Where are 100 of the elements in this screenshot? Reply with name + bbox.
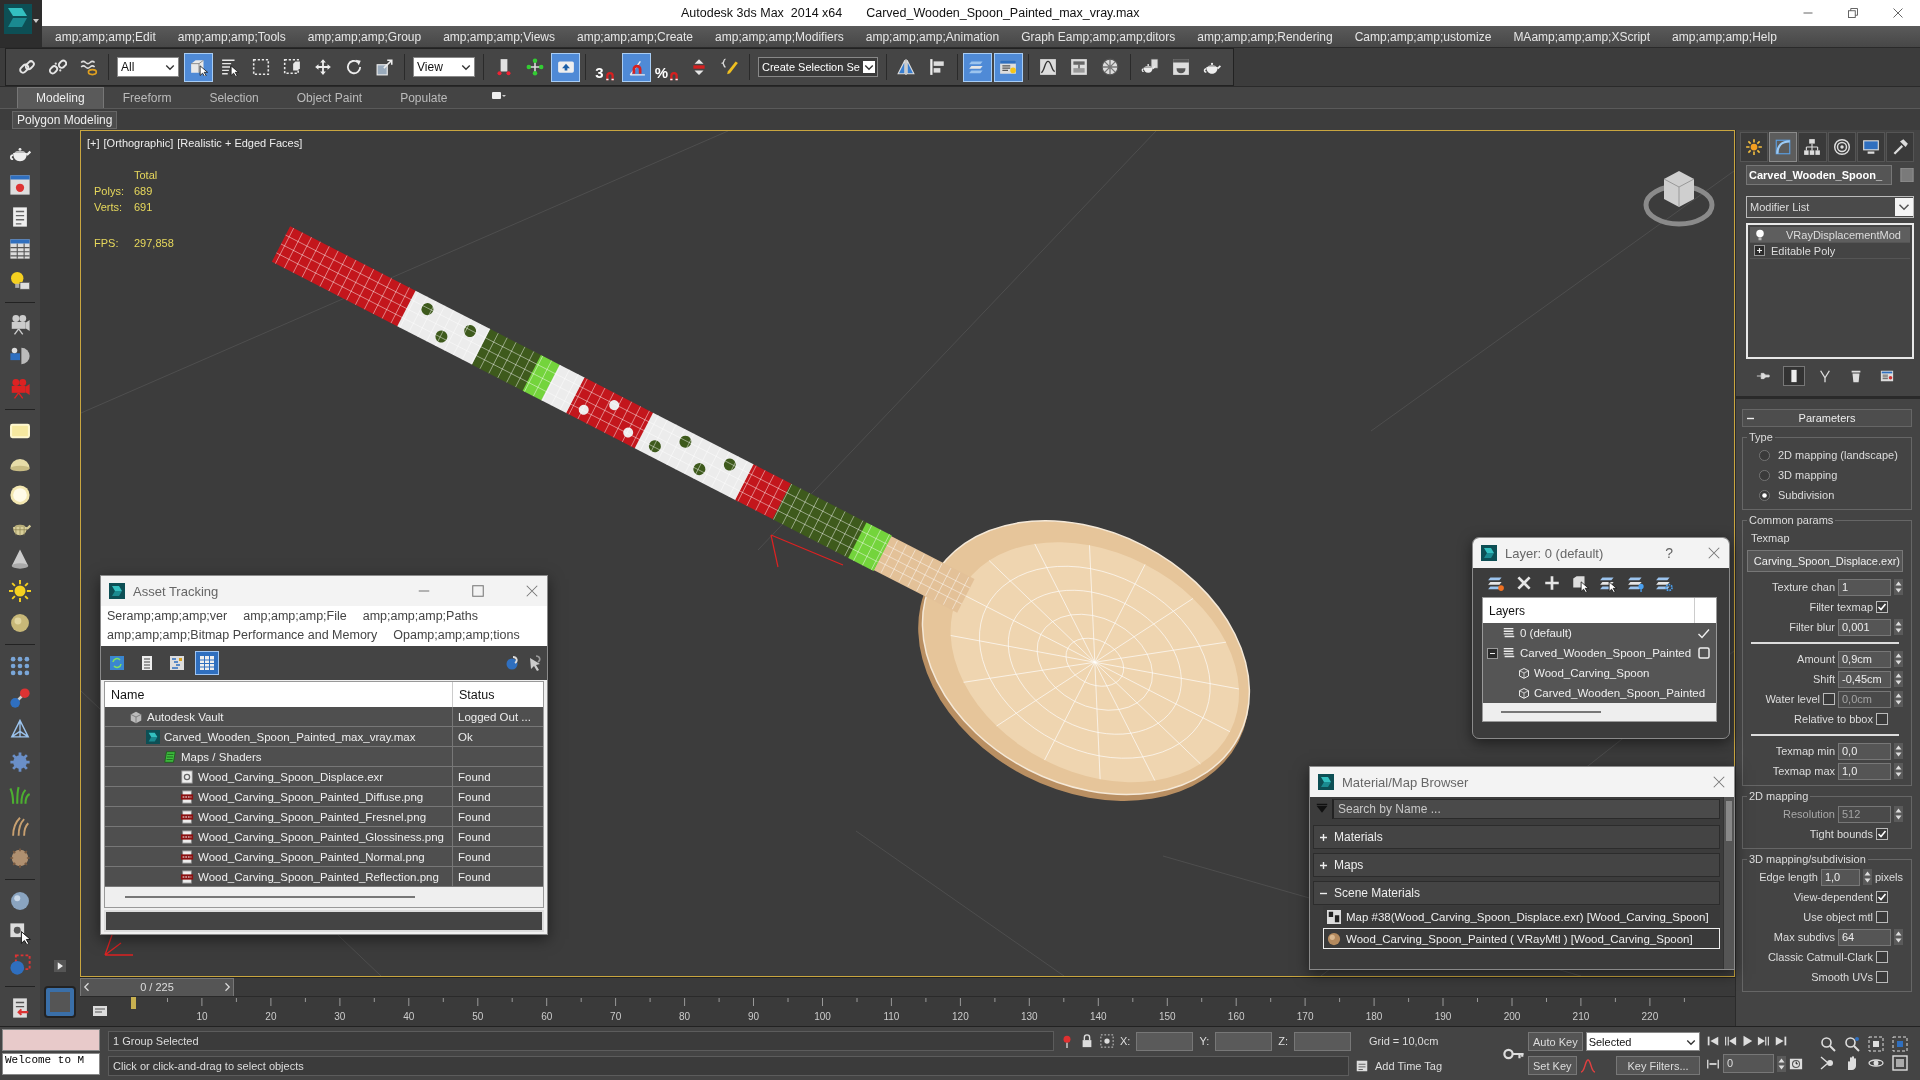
current-layer-toggle[interactable] bbox=[1697, 626, 1710, 640]
menu-item[interactable]: MAamp;amp;amp;XScript bbox=[1513, 29, 1651, 44]
checkbox[interactable] bbox=[1876, 951, 1888, 963]
grid-window-icon[interactable] bbox=[9, 238, 31, 260]
number-field[interactable]: 64 bbox=[1838, 928, 1891, 946]
restore-icon[interactable] bbox=[1846, 7, 1859, 19]
color-swatch-icon[interactable] bbox=[1900, 168, 1914, 182]
table-row[interactable]: Autodesk Vault Logged Out ... bbox=[105, 707, 543, 727]
light-bulb-icon[interactable] bbox=[1754, 228, 1766, 241]
number-field[interactable]: 0,9cm bbox=[1838, 650, 1891, 668]
object-name-field[interactable]: Carved_Wooden_Spoon_ bbox=[1746, 165, 1892, 185]
key-filters-button[interactable]: Key Filters... bbox=[1616, 1056, 1700, 1075]
spinner-arrows-icon[interactable] bbox=[1894, 671, 1903, 687]
coordinate-field[interactable] bbox=[1294, 1031, 1351, 1051]
ribbon-tab[interactable]: Selection bbox=[190, 87, 278, 108]
spinner-arrows-icon[interactable] bbox=[1894, 763, 1903, 779]
key-mode-dropdown[interactable]: Selected bbox=[1585, 1032, 1700, 1051]
expand-arrow-icon[interactable] bbox=[54, 960, 66, 972]
menu-item[interactable]: amp;amp;amp;File bbox=[243, 607, 347, 626]
zoom-icon[interactable] bbox=[1820, 1036, 1836, 1052]
spinner-arrows-icon[interactable] bbox=[1862, 869, 1872, 885]
lock-icon[interactable] bbox=[1080, 1034, 1094, 1049]
table-row[interactable]: Carved_Wooden_Spoon_Painted_max_vray.max Ok bbox=[105, 727, 543, 747]
display-tab[interactable] bbox=[1856, 132, 1885, 162]
table-row[interactable]: Wood_Carving_Spoon_Displace.exr Found bbox=[105, 767, 543, 787]
ribbon-tab[interactable]: Object Paint bbox=[277, 87, 382, 108]
dot-grid-icon[interactable] bbox=[9, 655, 31, 677]
app-logo-icon[interactable] bbox=[0, 0, 42, 47]
coordinate-system-dropdown[interactable]: View bbox=[413, 57, 475, 77]
coordinate-field[interactable] bbox=[1136, 1031, 1194, 1051]
checkbox[interactable] bbox=[1876, 891, 1888, 903]
auto-key-button[interactable]: Auto Key bbox=[1528, 1032, 1583, 1051]
help-icon[interactable] bbox=[527, 655, 543, 671]
viewport-menu-label[interactable]: [+] bbox=[87, 137, 100, 149]
number-field[interactable]: 0,001 bbox=[1838, 618, 1891, 636]
expand-icon[interactable] bbox=[1754, 245, 1765, 256]
named-selection-dropdown[interactable]: Create Selection Se bbox=[758, 57, 878, 77]
shortcut-override-button[interactable] bbox=[551, 52, 580, 82]
spoon-bowl-drawing[interactable] bbox=[873, 520, 1251, 801]
add-time-tag-button[interactable]: Add Time Tag bbox=[1375, 1059, 1443, 1072]
collapse-icon[interactable] bbox=[1487, 647, 1498, 659]
set-key-button[interactable]: Set Key bbox=[1528, 1056, 1577, 1075]
layer-row[interactable]: 0 (default) bbox=[1483, 623, 1716, 643]
menu-item[interactable]: amp;amp;amp;Views bbox=[443, 29, 555, 44]
checkbox[interactable] bbox=[1876, 601, 1888, 613]
help-icon[interactable] bbox=[505, 655, 521, 671]
select-button[interactable] bbox=[184, 52, 213, 82]
spinner-arrows-icon[interactable] bbox=[1894, 929, 1903, 945]
table-row[interactable]: Wood_Carving_Spoon_Painted_Fresnel.png Found bbox=[105, 807, 543, 827]
maximize-icon[interactable] bbox=[471, 584, 485, 598]
spinner-arrows-icon[interactable] bbox=[1894, 651, 1903, 667]
list-sheet-icon[interactable] bbox=[1355, 1058, 1369, 1073]
menu-item[interactable]: amp;amp;amp;Create bbox=[577, 29, 694, 44]
stack-item[interactable]: Editable Poly bbox=[1750, 243, 1910, 259]
table-row[interactable]: Wood_Carving_Spoon_Painted_Normal.png Found bbox=[105, 847, 543, 867]
checkbox[interactable] bbox=[1876, 828, 1888, 840]
camera-dome-icon[interactable] bbox=[9, 345, 31, 367]
movie-camera-icon[interactable] bbox=[9, 313, 31, 335]
menu-item[interactable]: amp;amp;amp;Tools bbox=[177, 29, 286, 44]
create-tab[interactable] bbox=[1740, 132, 1769, 162]
percent-snap-button[interactable]: % bbox=[653, 52, 682, 82]
script-input-field[interactable] bbox=[2, 1029, 100, 1051]
track-bar[interactable]: 10 20 30 40 50 60 70 80 90 100 110 120 130 140 150 160 170 180 190 200 210 220 bbox=[80, 996, 1735, 1026]
ribbon-tab[interactable]: Modeling bbox=[17, 87, 104, 108]
menu-item[interactable]: amp;amp;amp;Animation bbox=[865, 29, 1000, 44]
add-icon[interactable] bbox=[1543, 573, 1561, 592]
sphere-icon[interactable] bbox=[9, 890, 31, 912]
stack-item[interactable]: VRayDisplacementMod bbox=[1750, 227, 1910, 243]
molecule-icon[interactable] bbox=[9, 687, 31, 709]
menu-item[interactable]: Graph Eamp;amp;amp;ditors bbox=[1021, 29, 1176, 44]
hierarchy-tab[interactable] bbox=[1798, 132, 1827, 162]
zoom-extents-icon[interactable] bbox=[1868, 1036, 1884, 1052]
spinner-arrows-icon[interactable] bbox=[1894, 806, 1903, 822]
material-list-item[interactable]: Wood_Carving_Spoon_Painted ( VRayMtl ) [Wood_Carving_Spoon] bbox=[1323, 928, 1720, 949]
table-row[interactable]: Maps / Shaders bbox=[105, 747, 543, 767]
square-icon[interactable] bbox=[44, 986, 76, 1018]
vertical-scrollbar[interactable] bbox=[1723, 797, 1734, 969]
texmap-button[interactable]: Carving_Spoon_Displace.exr) bbox=[1747, 550, 1903, 572]
menu-item[interactable]: amp;amp;amp;Bitmap Performance and Memory bbox=[107, 626, 378, 645]
spinner-arrows-icon[interactable] bbox=[1777, 1055, 1786, 1072]
cone-icon[interactable] bbox=[9, 548, 31, 570]
radio-button[interactable] bbox=[1759, 469, 1770, 481]
picture-cursor-icon[interactable] bbox=[9, 922, 31, 944]
sun-icon[interactable] bbox=[9, 580, 31, 602]
menu-item[interactable]: Opamp;amp;amp;tions bbox=[393, 626, 520, 645]
checkbox[interactable] bbox=[1876, 713, 1888, 725]
number-field[interactable]: 1,0 bbox=[1820, 868, 1860, 886]
number-field[interactable]: 0,0cm bbox=[1838, 690, 1891, 708]
help-button[interactable]: ? bbox=[1665, 545, 1673, 561]
table-row[interactable]: Wood_Carving_Spoon_Painted_Reflection.png Found bbox=[105, 867, 543, 887]
menu-item[interactable]: amp;amp;amp;Edit bbox=[55, 29, 156, 44]
zoom-extents-all-icon[interactable] bbox=[1892, 1036, 1908, 1052]
close-icon[interactable] bbox=[1707, 546, 1721, 560]
hair-icon[interactable] bbox=[9, 815, 31, 837]
time-slider-thumb[interactable]: 0 / 225 bbox=[80, 977, 234, 997]
scene-explorer-button[interactable] bbox=[993, 52, 1023, 82]
search-field[interactable]: Search by Name ... bbox=[1332, 799, 1720, 819]
menu-item[interactable]: amp;amp;amp;Paths bbox=[362, 607, 479, 626]
horizontal-scrollbar[interactable] bbox=[105, 887, 543, 907]
fur-ball-icon[interactable] bbox=[9, 847, 31, 869]
